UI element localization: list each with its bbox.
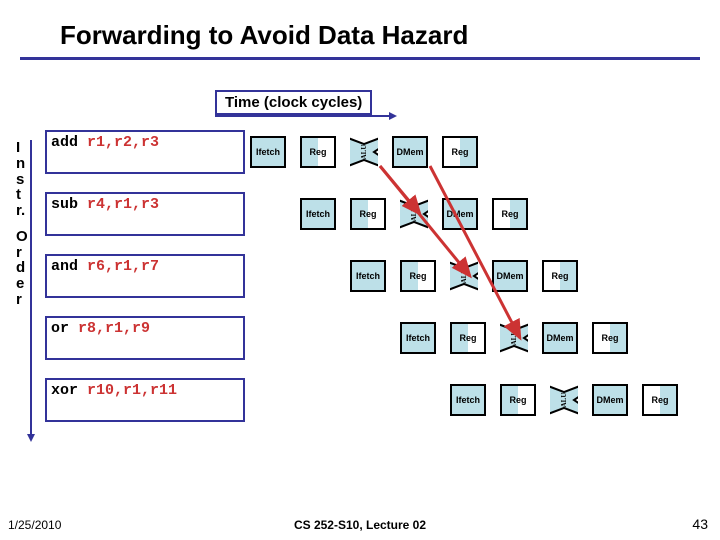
footer-slide-number: 43: [692, 516, 708, 532]
time-axis-label: Time (clock cycles): [215, 90, 372, 115]
reg-stage: Reg: [450, 322, 486, 354]
dmem-stage: DMem: [392, 136, 428, 168]
instruction-box: add r1,r2,r3: [45, 130, 245, 174]
time-axis-arrow: [215, 115, 395, 117]
alu-stage: ALU: [500, 322, 528, 354]
reg-stage: Reg: [400, 260, 436, 292]
instruction-box: or r8,r1,r9: [45, 316, 245, 360]
alu-stage: ALU: [400, 198, 428, 230]
title-underline: [20, 57, 700, 60]
alu-stage: ALU: [350, 136, 378, 168]
svg-text:ALU: ALU: [460, 269, 468, 284]
dmem-stage: DMem: [492, 260, 528, 292]
regw-stage: Reg: [642, 384, 678, 416]
instruction-box: and r6,r1,r7: [45, 254, 245, 298]
slide-title: Forwarding to Avoid Data Hazard: [0, 0, 720, 57]
reg-stage: Reg: [350, 198, 386, 230]
pipeline-stages: Ifetch Reg ALU DMem Reg: [400, 322, 642, 354]
regw-stage: Reg: [442, 136, 478, 168]
regw-stage: Reg: [492, 198, 528, 230]
alu-stage: ALU: [550, 384, 578, 416]
reg-stage: Reg: [500, 384, 536, 416]
pipeline-stages: Ifetch Reg ALU DMem Reg: [350, 260, 592, 292]
instruction-box: xor r10,r1,r11: [45, 378, 245, 422]
instruction-box: sub r4,r1,r3: [45, 192, 245, 236]
regw-stage: Reg: [592, 322, 628, 354]
yaxis-label: Instr. Order: [16, 140, 28, 308]
svg-text:ALU: ALU: [560, 393, 568, 408]
pipeline-stages: Ifetch Reg ALU DMem Reg: [450, 384, 692, 416]
footer-center: CS 252-S10, Lecture 02: [0, 518, 720, 532]
svg-text:ALU: ALU: [510, 331, 518, 346]
reg-stage: Reg: [300, 136, 336, 168]
ifetch-stage: Ifetch: [400, 322, 436, 354]
ifetch-stage: Ifetch: [350, 260, 386, 292]
ifetch-stage: Ifetch: [250, 136, 286, 168]
yaxis-arrow: [30, 140, 32, 440]
dmem-stage: DMem: [592, 384, 628, 416]
svg-text:ALU: ALU: [410, 207, 418, 222]
dmem-stage: DMem: [542, 322, 578, 354]
dmem-stage: DMem: [442, 198, 478, 230]
pipeline-stages: Ifetch Reg ALU DMem Reg: [250, 136, 492, 168]
ifetch-stage: Ifetch: [300, 198, 336, 230]
pipeline-stages: Ifetch Reg ALU DMem Reg: [300, 198, 542, 230]
regw-stage: Reg: [542, 260, 578, 292]
svg-text:ALU: ALU: [360, 145, 368, 160]
alu-stage: ALU: [450, 260, 478, 292]
ifetch-stage: Ifetch: [450, 384, 486, 416]
pipeline-diagram: add r1,r2,r3 IfetchReg ALU DMemReg sub r…: [40, 130, 720, 470]
